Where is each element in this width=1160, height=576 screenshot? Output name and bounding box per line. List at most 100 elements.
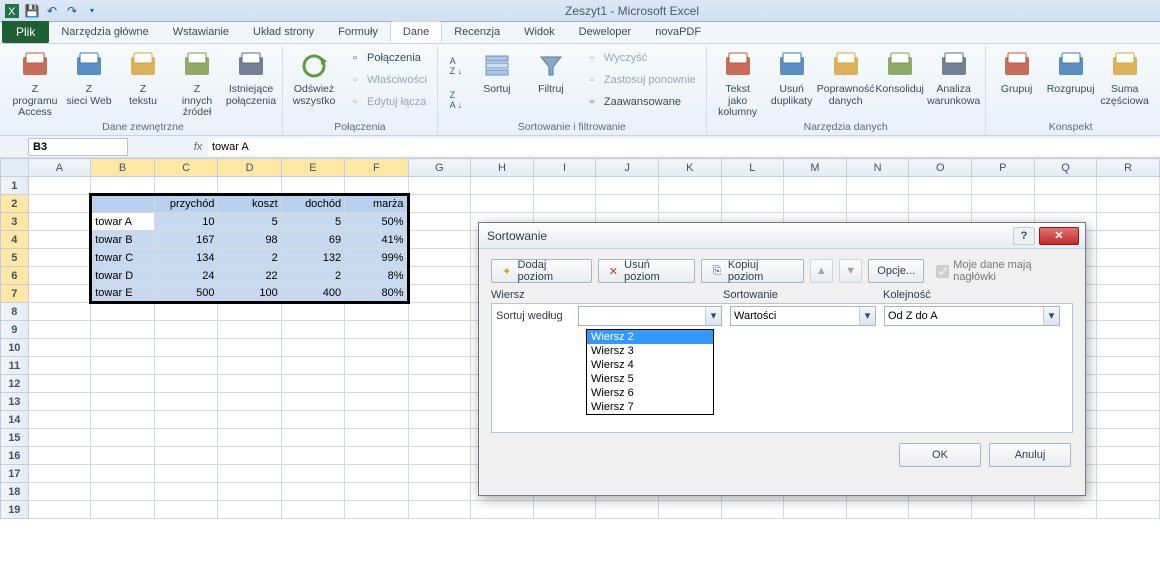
col-header-L[interactable]: L — [721, 159, 784, 177]
cell-R8[interactable] — [1097, 303, 1160, 321]
cell-R9[interactable] — [1097, 321, 1160, 339]
cell-A3[interactable] — [28, 213, 91, 231]
cell-A13[interactable] — [28, 393, 91, 411]
cell-R17[interactable] — [1097, 465, 1160, 483]
dropdown-option[interactable]: Wiersz 7 — [587, 400, 713, 414]
external-istniejące-połączenia[interactable]: Istniejącepołączenia — [226, 48, 276, 109]
cell-E7[interactable]: 400 — [281, 285, 344, 303]
cell-G9[interactable] — [408, 321, 471, 339]
cell-F12[interactable] — [345, 375, 408, 393]
cell-B18[interactable] — [91, 483, 155, 501]
cell-K19[interactable] — [658, 501, 721, 519]
cell-J1[interactable] — [596, 177, 659, 195]
col-header-Q[interactable]: Q — [1034, 159, 1097, 177]
cell-C9[interactable] — [154, 321, 218, 339]
cell-E8[interactable] — [281, 303, 344, 321]
cell-D12[interactable] — [218, 375, 281, 393]
cell-O2[interactable] — [909, 195, 972, 213]
cell-R11[interactable] — [1097, 357, 1160, 375]
cell-A18[interactable] — [28, 483, 91, 501]
cell-J19[interactable] — [596, 501, 659, 519]
filter-button[interactable]: Filtruj — [526, 48, 576, 98]
cell-G15[interactable] — [408, 429, 471, 447]
cell-N2[interactable] — [846, 195, 909, 213]
cell-H19[interactable] — [471, 501, 534, 519]
cell-F15[interactable] — [345, 429, 408, 447]
add-level-button[interactable]: ✦Dodaj poziom — [491, 259, 592, 283]
datatool-tekst-jako-kolumny[interactable]: Tekstjako kolumny — [713, 48, 763, 121]
cell-G2[interactable] — [408, 195, 471, 213]
row-header-4[interactable]: 4 — [1, 231, 29, 249]
row-header-15[interactable]: 15 — [1, 429, 29, 447]
undo-icon[interactable]: ↶ — [44, 3, 60, 19]
cell-I2[interactable] — [533, 195, 596, 213]
cell-Q19[interactable] — [1034, 501, 1097, 519]
copy-level-button[interactable]: ⎘Kopiuj poziom — [701, 259, 803, 283]
cell-G18[interactable] — [408, 483, 471, 501]
datatool-usuń-duplikaty[interactable]: Usuńduplikaty — [767, 48, 817, 109]
cell-O1[interactable] — [909, 177, 972, 195]
cell-R16[interactable] — [1097, 447, 1160, 465]
name-box[interactable]: B3 — [28, 138, 128, 156]
cell-E14[interactable] — [281, 411, 344, 429]
cell-B8[interactable] — [91, 303, 155, 321]
cell-F9[interactable] — [345, 321, 408, 339]
cell-G11[interactable] — [408, 357, 471, 375]
cell-D3[interactable]: 5 — [218, 213, 281, 231]
cell-B17[interactable] — [91, 465, 155, 483]
outline-suma-częściowa[interactable]: Sumaczęściowa — [1100, 48, 1150, 109]
cell-D9[interactable] — [218, 321, 281, 339]
cell-R5[interactable] — [1097, 249, 1160, 267]
outline-rozgrupuj[interactable]: Rozgrupuj — [1046, 48, 1096, 98]
cell-A19[interactable] — [28, 501, 91, 519]
col-header-R[interactable]: R — [1097, 159, 1160, 177]
cell-A12[interactable] — [28, 375, 91, 393]
cell-G13[interactable] — [408, 393, 471, 411]
cell-C12[interactable] — [154, 375, 218, 393]
cell-G4[interactable] — [408, 231, 471, 249]
cell-B3[interactable]: towar A — [91, 213, 155, 231]
formula-input[interactable] — [208, 138, 1160, 156]
sort-order-combo[interactable]: Od Z do A▾ — [884, 306, 1060, 326]
cell-I19[interactable] — [533, 501, 596, 519]
cell-E13[interactable] — [281, 393, 344, 411]
cell-R1[interactable] — [1097, 177, 1160, 195]
cell-B15[interactable] — [91, 429, 155, 447]
cell-G16[interactable] — [408, 447, 471, 465]
sort-button[interactable]: Sortuj — [472, 48, 522, 98]
cell-A7[interactable] — [28, 285, 91, 303]
ok-button[interactable]: OK — [899, 443, 981, 467]
cell-R12[interactable] — [1097, 375, 1160, 393]
cell-C14[interactable] — [154, 411, 218, 429]
sort-column-dropdown[interactable]: Wiersz 2Wiersz 3Wiersz 4Wiersz 5Wiersz 6… — [586, 329, 714, 415]
cell-K1[interactable] — [658, 177, 721, 195]
cell-L1[interactable] — [721, 177, 784, 195]
row-header-2[interactable]: 2 — [1, 195, 29, 213]
row-header-18[interactable]: 18 — [1, 483, 29, 501]
cell-R3[interactable] — [1097, 213, 1160, 231]
cell-D13[interactable] — [218, 393, 281, 411]
cell-H1[interactable] — [471, 177, 534, 195]
row-header-19[interactable]: 19 — [1, 501, 29, 519]
cell-F17[interactable] — [345, 465, 408, 483]
col-header-O[interactable]: O — [909, 159, 972, 177]
cell-B1[interactable] — [91, 177, 155, 195]
cell-D8[interactable] — [218, 303, 281, 321]
outline-grupuj[interactable]: Grupuj — [992, 48, 1042, 98]
cell-E9[interactable] — [281, 321, 344, 339]
row-header-12[interactable]: 12 — [1, 375, 29, 393]
cell-A14[interactable] — [28, 411, 91, 429]
cell-E6[interactable]: 2 — [281, 267, 344, 285]
cell-P1[interactable] — [972, 177, 1035, 195]
cell-F19[interactable] — [345, 501, 408, 519]
cell-G5[interactable] — [408, 249, 471, 267]
cell-R19[interactable] — [1097, 501, 1160, 519]
col-header-P[interactable]: P — [972, 159, 1035, 177]
col-header-J[interactable]: J — [596, 159, 659, 177]
cell-A15[interactable] — [28, 429, 91, 447]
cell-F14[interactable] — [345, 411, 408, 429]
cell-D10[interactable] — [218, 339, 281, 357]
col-header-K[interactable]: K — [658, 159, 721, 177]
cell-F16[interactable] — [345, 447, 408, 465]
datatool-analiza-warunkowa[interactable]: Analizawarunkowa — [929, 48, 979, 109]
